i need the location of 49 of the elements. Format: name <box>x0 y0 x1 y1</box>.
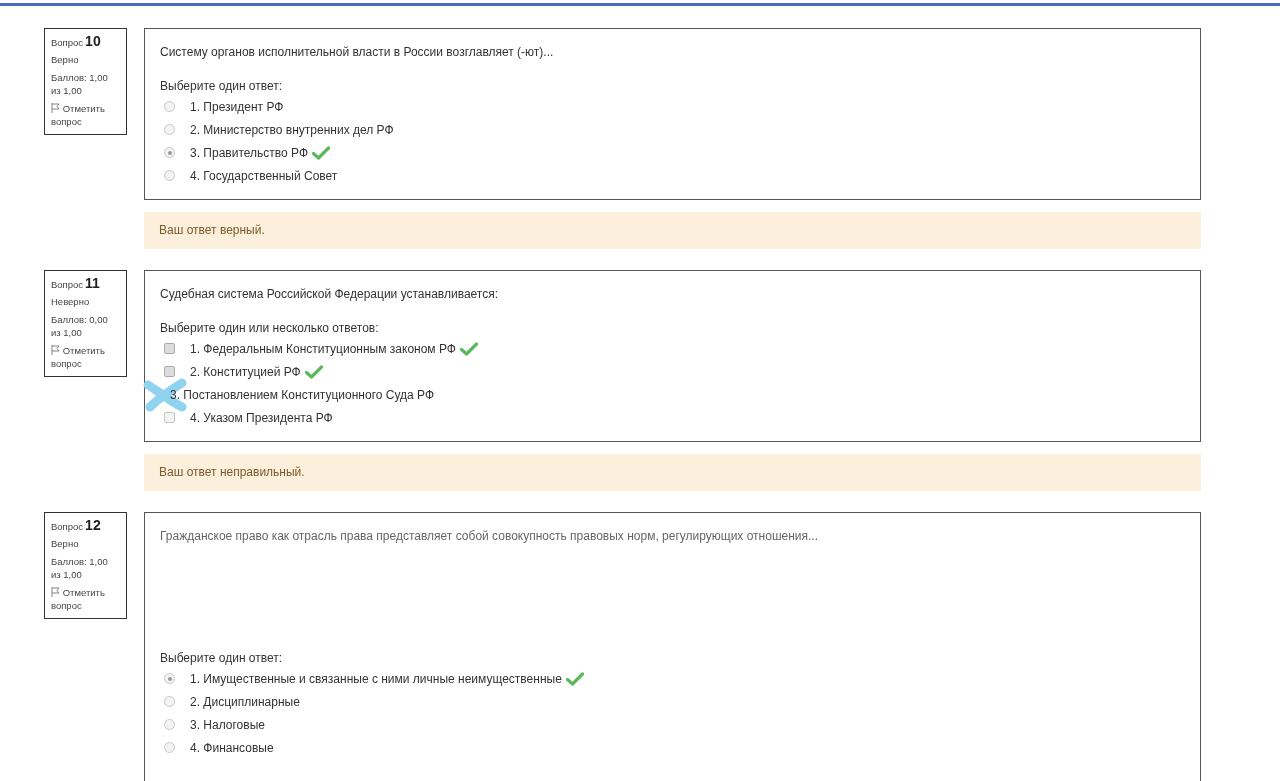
question-status: Верно <box>51 54 80 65</box>
flag-icon <box>51 587 60 597</box>
question-text: Гражданское право как отрасль права представляет собой совокупность правовых норм, регулирующих отношения... <box>160 529 819 543</box>
question-score: Баллов: 0,00 из 1,00 <box>51 313 109 339</box>
answer-option: 4. Государственный Совет <box>190 168 338 183</box>
question-label: Вопрос <box>51 279 84 290</box>
radio-button[interactable] <box>164 147 175 158</box>
question-label: Вопрос <box>51 521 84 532</box>
feedback-message: Ваш ответ верный. <box>144 212 1201 249</box>
question-number: 12 <box>85 517 101 533</box>
feedback-message: Ваш ответ неправильный. <box>144 454 1201 491</box>
question-label: Вопрос <box>51 37 84 48</box>
checkbox[interactable] <box>164 412 175 423</box>
flag-question-link[interactable]: Отметить вопрос <box>51 344 121 370</box>
radio-button[interactable] <box>164 170 175 181</box>
answer-option: 4. Финансовые <box>190 740 274 755</box>
checkbox[interactable] <box>164 343 175 354</box>
answer-option: 2. Конституцией РФ <box>190 364 301 379</box>
question-score: Баллов: 1,00 из 1,00 <box>51 71 109 97</box>
question-status: Неверно <box>51 296 91 307</box>
answer-option: 1. Федеральным Конституционным законом РФ <box>190 341 456 356</box>
answer-option: 4. Указом Президента РФ <box>190 410 333 425</box>
flag-icon <box>51 345 60 355</box>
answer-option: 3. Налоговые <box>190 717 265 732</box>
question-text: Систему органов исполнительной власти в России возглавляет (-ют)... <box>160 45 555 59</box>
question-number: 10 <box>85 33 101 49</box>
radio-button[interactable] <box>164 742 175 753</box>
question-status: Верно <box>51 538 80 549</box>
answer-option: 2. Министерство внутренних дел РФ <box>190 122 394 137</box>
radio-button[interactable] <box>164 101 175 112</box>
question-text: Судебная система Российской Федерации устанавливается: <box>160 287 500 301</box>
answer-option: 1. Президент РФ <box>190 99 284 114</box>
answer-option: 2. Дисциплинарные <box>190 694 300 709</box>
question-number: 11 <box>85 275 100 291</box>
answer-option: 1. Имущественные и связанные с ними личные неимущественные <box>190 671 562 686</box>
checkbox[interactable] <box>164 366 175 377</box>
answer-prompt: Выберите один ответ: <box>160 79 284 93</box>
answer-option: 3. Правительство РФ <box>190 145 309 160</box>
answer-prompt: Выберите один или несколько ответов: <box>160 321 380 335</box>
radio-button[interactable] <box>164 719 175 730</box>
flag-question-link[interactable]: Отметить вопрос <box>51 586 121 612</box>
radio-button[interactable] <box>164 673 175 684</box>
flag-question-link[interactable]: Отметить вопрос <box>51 102 121 128</box>
flag-icon <box>51 103 60 113</box>
radio-button[interactable] <box>164 696 175 707</box>
radio-button[interactable] <box>164 124 175 135</box>
answer-prompt: Выберите один ответ: <box>160 651 284 665</box>
question-score: Баллов: 1,00 из 1,00 <box>51 555 109 581</box>
answer-option: 3. Постановлением Конституционного Суда РФ <box>170 387 435 402</box>
